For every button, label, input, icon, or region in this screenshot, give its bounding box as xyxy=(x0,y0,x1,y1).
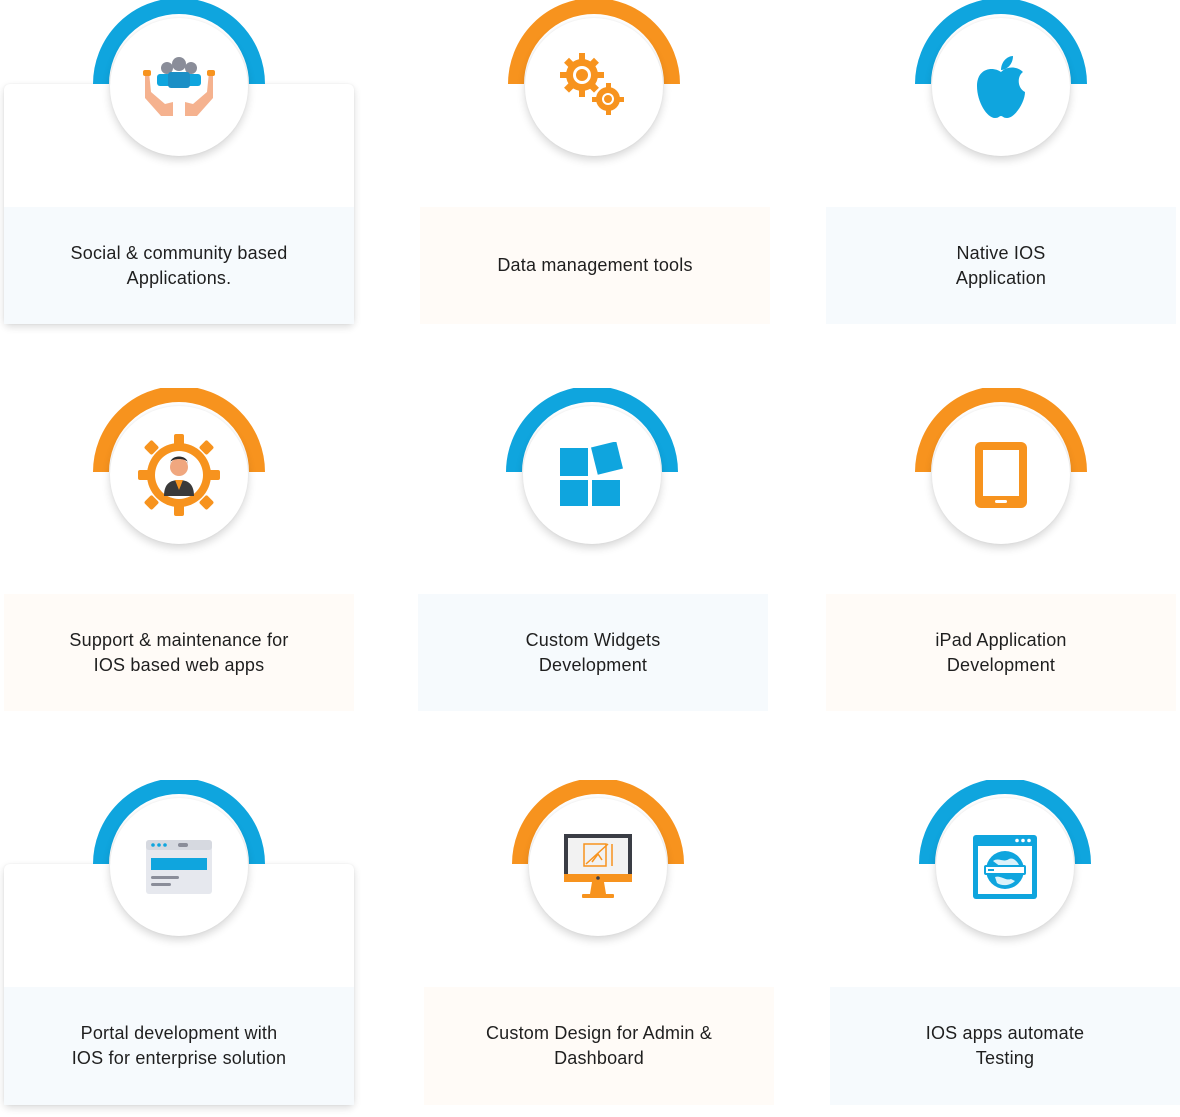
gears-icon xyxy=(560,53,624,115)
service-label: Custom Design for Admin & Dashboard xyxy=(485,1023,713,1068)
icon-circle xyxy=(525,18,663,156)
icon-circle xyxy=(523,406,661,544)
service-label: Native IOS Application xyxy=(955,242,1047,288)
monitor-design-icon xyxy=(564,834,632,898)
service-label: Custom Widgets Development xyxy=(525,629,661,675)
service-label-panel: Support & maintenance for IOS based web … xyxy=(4,594,354,711)
service-label-panel: Native IOS Application xyxy=(826,207,1176,324)
service-label-panel: Social & community based Applications. xyxy=(4,207,354,324)
icon-circle xyxy=(932,18,1070,156)
icon-circle xyxy=(110,798,248,936)
tablet-icon xyxy=(975,442,1027,508)
browser-globe-icon xyxy=(973,835,1037,899)
widgets-icon xyxy=(560,442,624,506)
service-label-panel: Data management tools xyxy=(420,207,770,324)
service-label: IOS apps automate Testing xyxy=(925,1023,1085,1068)
service-label: Support & maintenance for IOS based web … xyxy=(69,629,289,675)
service-label-panel: Custom Widgets Development xyxy=(418,594,768,711)
icon-circle xyxy=(529,798,667,936)
service-label: Data management tools xyxy=(497,255,693,275)
service-label: Social & community based Applications. xyxy=(70,242,288,288)
hands-community-icon xyxy=(143,57,215,116)
service-label-panel: IOS apps automate Testing xyxy=(830,987,1180,1105)
icon-circle xyxy=(936,798,1074,936)
icon-circle xyxy=(932,406,1070,544)
apple-icon xyxy=(977,56,1025,118)
icon-circle xyxy=(110,406,248,544)
portal-window-icon xyxy=(146,840,212,894)
service-label-panel: iPad Application Development xyxy=(826,594,1176,711)
service-label: iPad Application Development xyxy=(935,629,1067,675)
support-gear-person-icon xyxy=(138,434,220,516)
service-label-panel: Custom Design for Admin & Dashboard xyxy=(424,987,774,1105)
icon-circle xyxy=(110,18,248,156)
service-label: Portal development with IOS for enterpri… xyxy=(71,1023,287,1068)
service-label-panel: Portal development with IOS for enterpri… xyxy=(4,987,354,1105)
